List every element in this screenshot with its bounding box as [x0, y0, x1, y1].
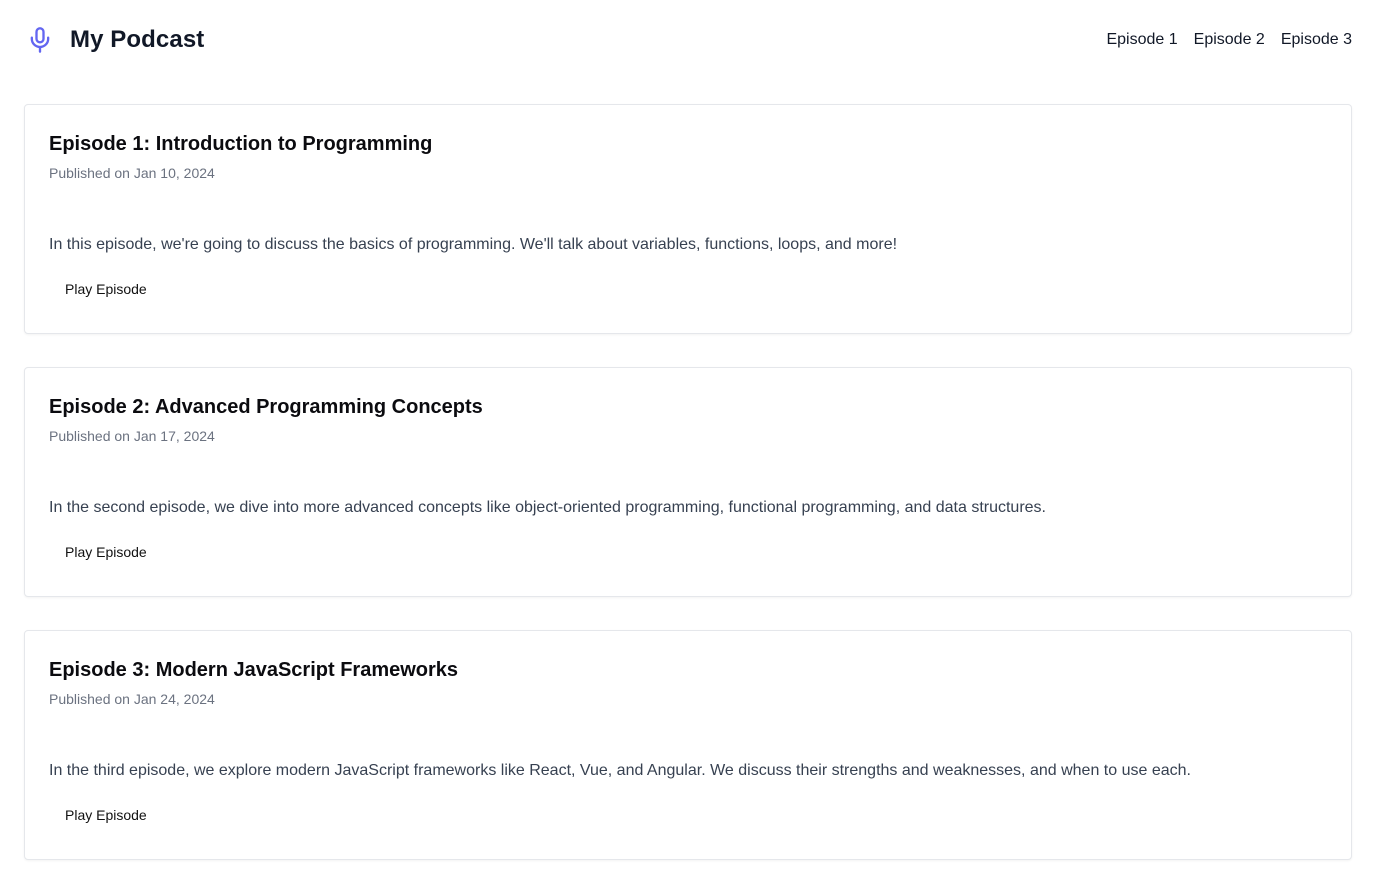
- episode-date: Published on Jan 24, 2024: [49, 691, 215, 707]
- nav-link-episode-3[interactable]: Episode 3: [1281, 31, 1352, 49]
- episode-card-1: Episode 1: Introduction to Programming P…: [24, 104, 1352, 334]
- nav-link-episode-1[interactable]: Episode 1: [1106, 31, 1177, 49]
- episode-date: Published on Jan 17, 2024: [49, 428, 215, 444]
- episode-description: In the second episode, we dive into more…: [49, 499, 1046, 516]
- episode-card-3: Episode 3: Modern JavaScript Frameworks …: [24, 630, 1352, 860]
- episode-description: In this episode, we're going to discuss …: [49, 236, 898, 253]
- brand: My Podcast: [24, 24, 204, 56]
- top-bar: My Podcast Episode 1 Episode 2 Episode 3: [24, 0, 1352, 80]
- episode-card-2: Episode 2: Advanced Programming Concepts…: [24, 367, 1352, 597]
- episode-description: In the third episode, we explore modern …: [49, 762, 1191, 779]
- play-episode-button[interactable]: Play Episode: [49, 540, 163, 564]
- page-title: My Podcast: [70, 26, 205, 53]
- play-episode-button[interactable]: Play Episode: [49, 277, 163, 301]
- episode-title: Episode 1: Introduction to Programming: [49, 133, 433, 155]
- episode-date: Published on Jan 10, 2024: [49, 165, 215, 181]
- episode-nav: Episode 1 Episode 2 Episode 3: [1106, 31, 1352, 49]
- microphone-icon: [24, 24, 56, 56]
- play-episode-button[interactable]: Play Episode: [49, 803, 163, 827]
- episode-title: Episode 2: Advanced Programming Concepts: [49, 396, 483, 418]
- episode-list: Episode 1: Introduction to Programming P…: [24, 104, 1352, 860]
- episode-title: Episode 3: Modern JavaScript Frameworks: [49, 659, 459, 681]
- podcast-page: My Podcast Episode 1 Episode 2 Episode 3…: [0, 0, 1376, 888]
- nav-link-episode-2[interactable]: Episode 2: [1194, 31, 1265, 49]
